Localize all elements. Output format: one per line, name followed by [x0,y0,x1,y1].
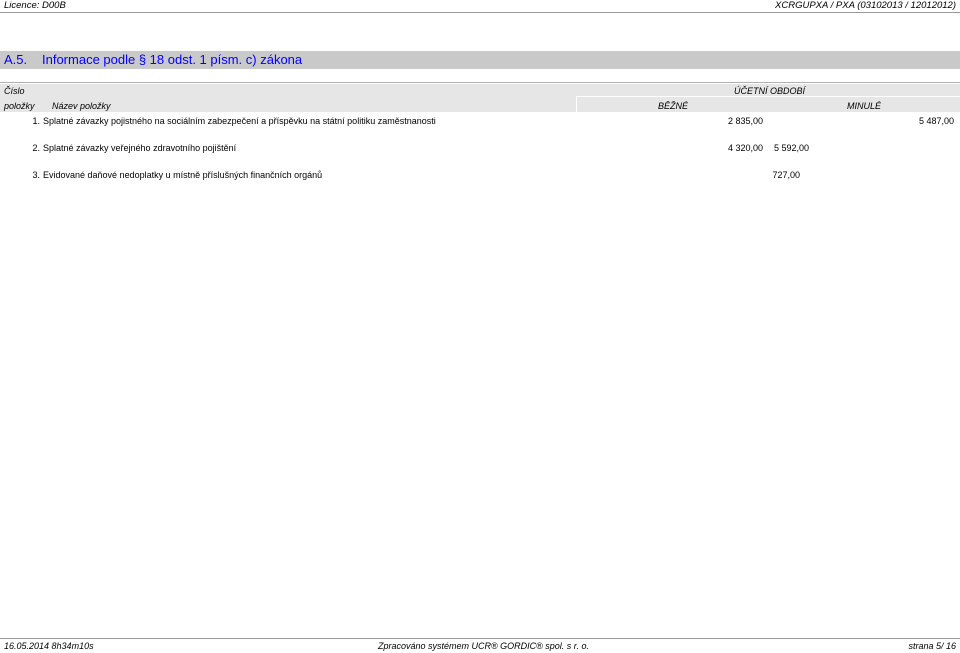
row-1-name: Splatné závazky pojistného na sociálním … [43,116,436,126]
row-3-number: 3. [32,170,40,180]
row-1-previous: 5 487,00 [918,116,954,126]
footer-timestamp: 16.05.2014 8h34m10s [4,641,94,651]
row-2-current: 4 320,00 [727,143,763,153]
period-group-header: ÚČETNÍ OBDOBÍ [734,86,806,96]
col-current-header: BĚŽNÉ [658,101,689,111]
col-previous-header: MINULÉ [847,101,882,111]
table-header [0,84,960,112]
section-title: Informace podle § 18 odst. 1 písm. c) zá… [42,52,303,67]
row-3-current: 727,00 [772,170,800,180]
header-divider [0,12,960,13]
row-1-current: 2 835,00 [727,116,763,126]
row-2-previous: 5 592,00 [773,143,809,153]
footer-page-number: strana 5/ 16 [908,641,956,651]
col-number-header-line2: položky [4,101,35,111]
row-2-number: 2. [32,143,40,153]
column-divider [576,96,577,112]
period-divider [576,96,960,97]
row-2-name: Splatné závazky veřejného zdravotního po… [43,143,237,153]
footer-processed-by: Zpracováno systémem UCR® GORDIC® spol. s… [378,641,589,651]
table-header-top-line [0,82,960,83]
section-number: A.5. [4,52,28,67]
footer-divider [0,638,960,639]
licence-label: Licence: D00B [4,0,66,11]
col-number-header-line1: Číslo [4,86,25,96]
report-code: XCRGUPXA / PXA (03102013 / 12012012) [775,0,956,11]
row-3-name: Evidované daňové nedoplatky u místně pří… [43,170,323,180]
col-name-header: Název položky [52,101,111,111]
row-1-number: 1. [32,116,40,126]
